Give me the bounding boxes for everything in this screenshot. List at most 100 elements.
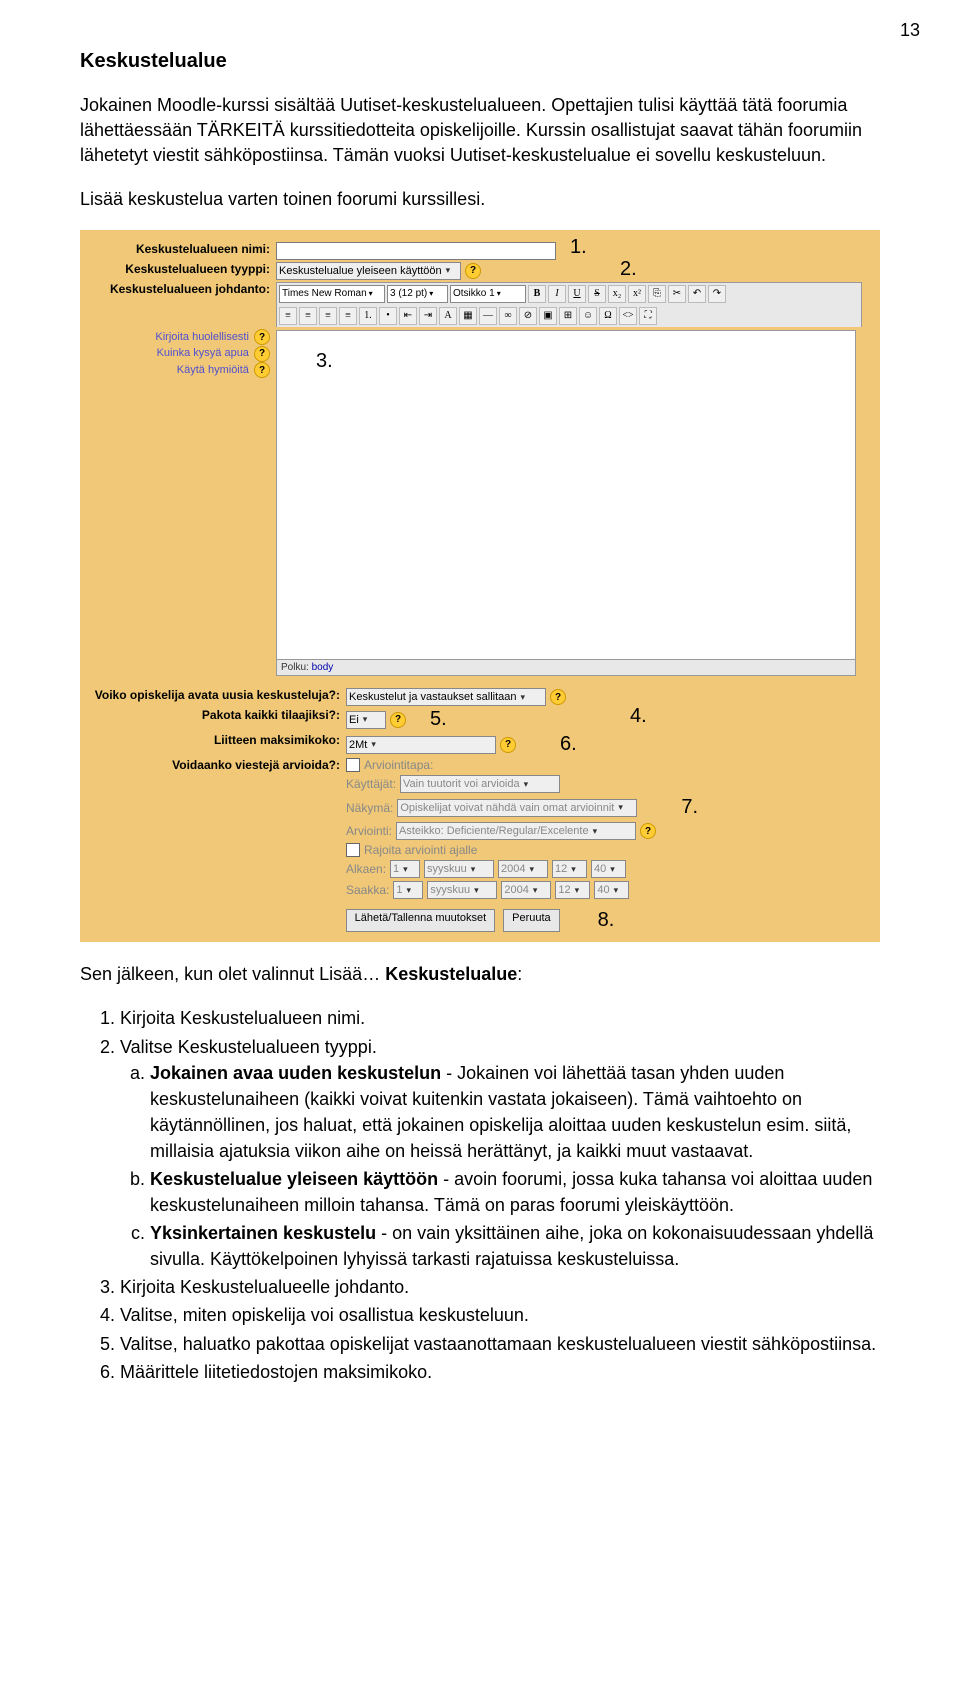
label-from: Alkaen: — [346, 862, 386, 876]
cancel-button[interactable]: Peruuta — [503, 909, 560, 932]
select-to-year[interactable]: 2004 — [501, 881, 551, 899]
list-item: Kirjoita Keskustelualueen nimi. — [120, 1005, 880, 1031]
help-icon[interactable]: ? — [640, 823, 656, 839]
emoticon-button[interactable]: ☺ — [579, 307, 597, 325]
label-rating-view: Näkymä: — [346, 801, 393, 815]
underline-button[interactable]: U — [568, 285, 586, 303]
select-to-min[interactable]: 40 — [594, 881, 629, 899]
select-to-month[interactable]: syyskuu — [427, 881, 497, 899]
help-icon[interactable]: ? — [254, 346, 270, 362]
label-allow-new: Voiko opiskelija avata uusia keskusteluj… — [80, 688, 346, 702]
select-to-hour[interactable]: 12 — [555, 881, 590, 899]
select-from-year[interactable]: 2004 — [498, 860, 548, 878]
checkbox-restrict-time[interactable] — [346, 843, 360, 857]
label-restrict-time: Rajoita arviointi ajalle — [364, 843, 477, 857]
image-button[interactable]: ▣ — [539, 307, 557, 325]
select-force-subscribe[interactable]: Ei — [346, 711, 386, 729]
label-forum-name: Keskustelualueen nimi: — [80, 242, 276, 256]
unlink-button[interactable]: ⊘ — [519, 307, 537, 325]
table-button[interactable]: ⊞ — [559, 307, 577, 325]
editor-heading-select[interactable]: Otsikko 1 — [450, 285, 526, 303]
label-force-subscribe: Pakota kaikki tilaajiksi?: — [80, 708, 346, 722]
redo-button[interactable]: ↷ — [708, 285, 726, 303]
label-max-attachment: Liitteen maksimikoko: — [80, 733, 346, 747]
help-icon[interactable]: ? — [254, 329, 270, 345]
editor-path: Polku: body — [276, 660, 856, 676]
fullscreen-button[interactable]: ⛶ — [639, 307, 657, 325]
select-to-day[interactable]: 1 — [393, 881, 423, 899]
help-icon[interactable]: ? — [550, 689, 566, 705]
label-allow-rating: Voidaanko viestejä arvioida?: — [80, 758, 346, 772]
select-from-day[interactable]: 1 — [390, 860, 420, 878]
list-item: Määrittele liitetiedostojen maksimikoko. — [120, 1359, 880, 1385]
list-item: Valitse Keskustelualueen tyyppi. Jokaine… — [120, 1034, 880, 1273]
label-to: Saakka: — [346, 883, 389, 897]
help-icon[interactable]: ? — [390, 712, 406, 728]
list-item: Keskustelualue yleiseen käyttöön - avoin… — [150, 1166, 880, 1218]
editor-size-select[interactable]: 3 (12 pt) — [387, 285, 448, 303]
annotation-1: 1. — [570, 236, 587, 259]
page-number: 13 — [900, 20, 920, 41]
select-rating-scale[interactable]: Asteikko: Deficiente/Regular/Excelente — [396, 822, 636, 840]
tip-write-carefully[interactable]: Kirjoita huolellisesti ? — [80, 329, 270, 346]
input-forum-name[interactable] — [276, 242, 556, 260]
html-button[interactable]: <> — [619, 307, 637, 325]
strike-button[interactable]: S — [588, 285, 606, 303]
select-rating-users[interactable]: Vain tuutorit voi arvioida — [400, 775, 560, 793]
italic-button[interactable]: I — [548, 285, 566, 303]
annotation-6: 6. — [560, 733, 577, 756]
copy-button[interactable]: ⎘ — [648, 285, 666, 303]
label-rating-scale: Arviointi: — [346, 824, 392, 838]
help-icon[interactable]: ? — [465, 263, 481, 279]
bg-color-button[interactable]: ▦ — [459, 307, 477, 325]
align-right-button[interactable]: ≡ — [319, 307, 337, 325]
annotation-2: 2. — [620, 258, 637, 281]
list-item: Yksinkertainen keskustelu - on vain yksi… — [150, 1220, 880, 1272]
list-item: Kirjoita Keskustelualueelle johdanto. — [120, 1274, 880, 1300]
select-from-hour[interactable]: 12 — [552, 860, 587, 878]
indent-button[interactable]: ⇥ — [419, 307, 437, 325]
editor-body[interactable] — [276, 330, 856, 660]
annotation-4: 4. — [630, 705, 647, 728]
select-from-month[interactable]: syyskuu — [424, 860, 494, 878]
list-item: Valitse, miten opiskelija voi osallistua… — [120, 1302, 880, 1328]
link-button[interactable]: ∞ — [499, 307, 517, 325]
select-rating-view[interactable]: Opiskelijat voivat nähdä vain omat arvio… — [397, 799, 637, 817]
text-color-button[interactable]: A — [439, 307, 457, 325]
cut-button[interactable]: ✂ — [668, 285, 686, 303]
annotation-5: 5. — [430, 708, 447, 731]
annotation-8: 8. — [598, 909, 615, 932]
tip-use-emoticons[interactable]: Käytä hymiöitä ? — [80, 362, 270, 379]
checkbox-rating-method[interactable] — [346, 758, 360, 772]
select-forum-type-value: Keskustelualue yleiseen käyttöön — [279, 265, 442, 277]
label-rating-method: Arviointitapa: — [364, 758, 433, 772]
outdent-button[interactable]: ⇤ — [399, 307, 417, 325]
select-max-attachment[interactable]: 2Mt — [346, 736, 496, 754]
editor-toolbar[interactable]: Times New Roman 3 (12 pt) Otsikko 1 B I … — [276, 282, 862, 327]
align-justify-button[interactable]: ≡ — [339, 307, 357, 325]
char-button[interactable]: Ω — [599, 307, 617, 325]
annotation-3: 3. — [316, 350, 333, 373]
select-forum-type[interactable]: Keskustelualue yleiseen käyttöön — [276, 262, 461, 280]
list-ordered-button[interactable]: 1. — [359, 307, 377, 325]
align-center-button[interactable]: ≡ — [299, 307, 317, 325]
align-left-button[interactable]: ≡ — [279, 307, 297, 325]
save-button[interactable]: Lähetä/Tallenna muutokset — [346, 909, 495, 932]
intro-paragraph-2: Lisää keskustelua varten toinen foorumi … — [80, 187, 880, 212]
superscript-button[interactable]: x² — [628, 285, 646, 303]
tip-how-to-ask[interactable]: Kuinka kysyä apua ? — [80, 345, 270, 362]
section-title: Keskustelualue — [80, 50, 880, 73]
form-screenshot: Keskustelualueen nimi: 1. Keskustelualue… — [80, 230, 880, 943]
select-from-min[interactable]: 40 — [591, 860, 626, 878]
select-allow-new[interactable]: Keskustelut ja vastaukset sallitaan — [346, 688, 546, 706]
label-rating-users: Käyttäjät: — [346, 777, 396, 791]
list-item: Valitse, haluatko pakottaa opiskelijat v… — [120, 1331, 880, 1357]
editor-font-select[interactable]: Times New Roman — [279, 285, 385, 303]
bold-button[interactable]: B — [528, 285, 546, 303]
help-icon[interactable]: ? — [500, 737, 516, 753]
subscript-button[interactable]: x₂ — [608, 285, 626, 303]
help-icon[interactable]: ? — [254, 362, 270, 378]
hr-button[interactable]: — — [479, 307, 497, 325]
undo-button[interactable]: ↶ — [688, 285, 706, 303]
list-unordered-button[interactable]: • — [379, 307, 397, 325]
